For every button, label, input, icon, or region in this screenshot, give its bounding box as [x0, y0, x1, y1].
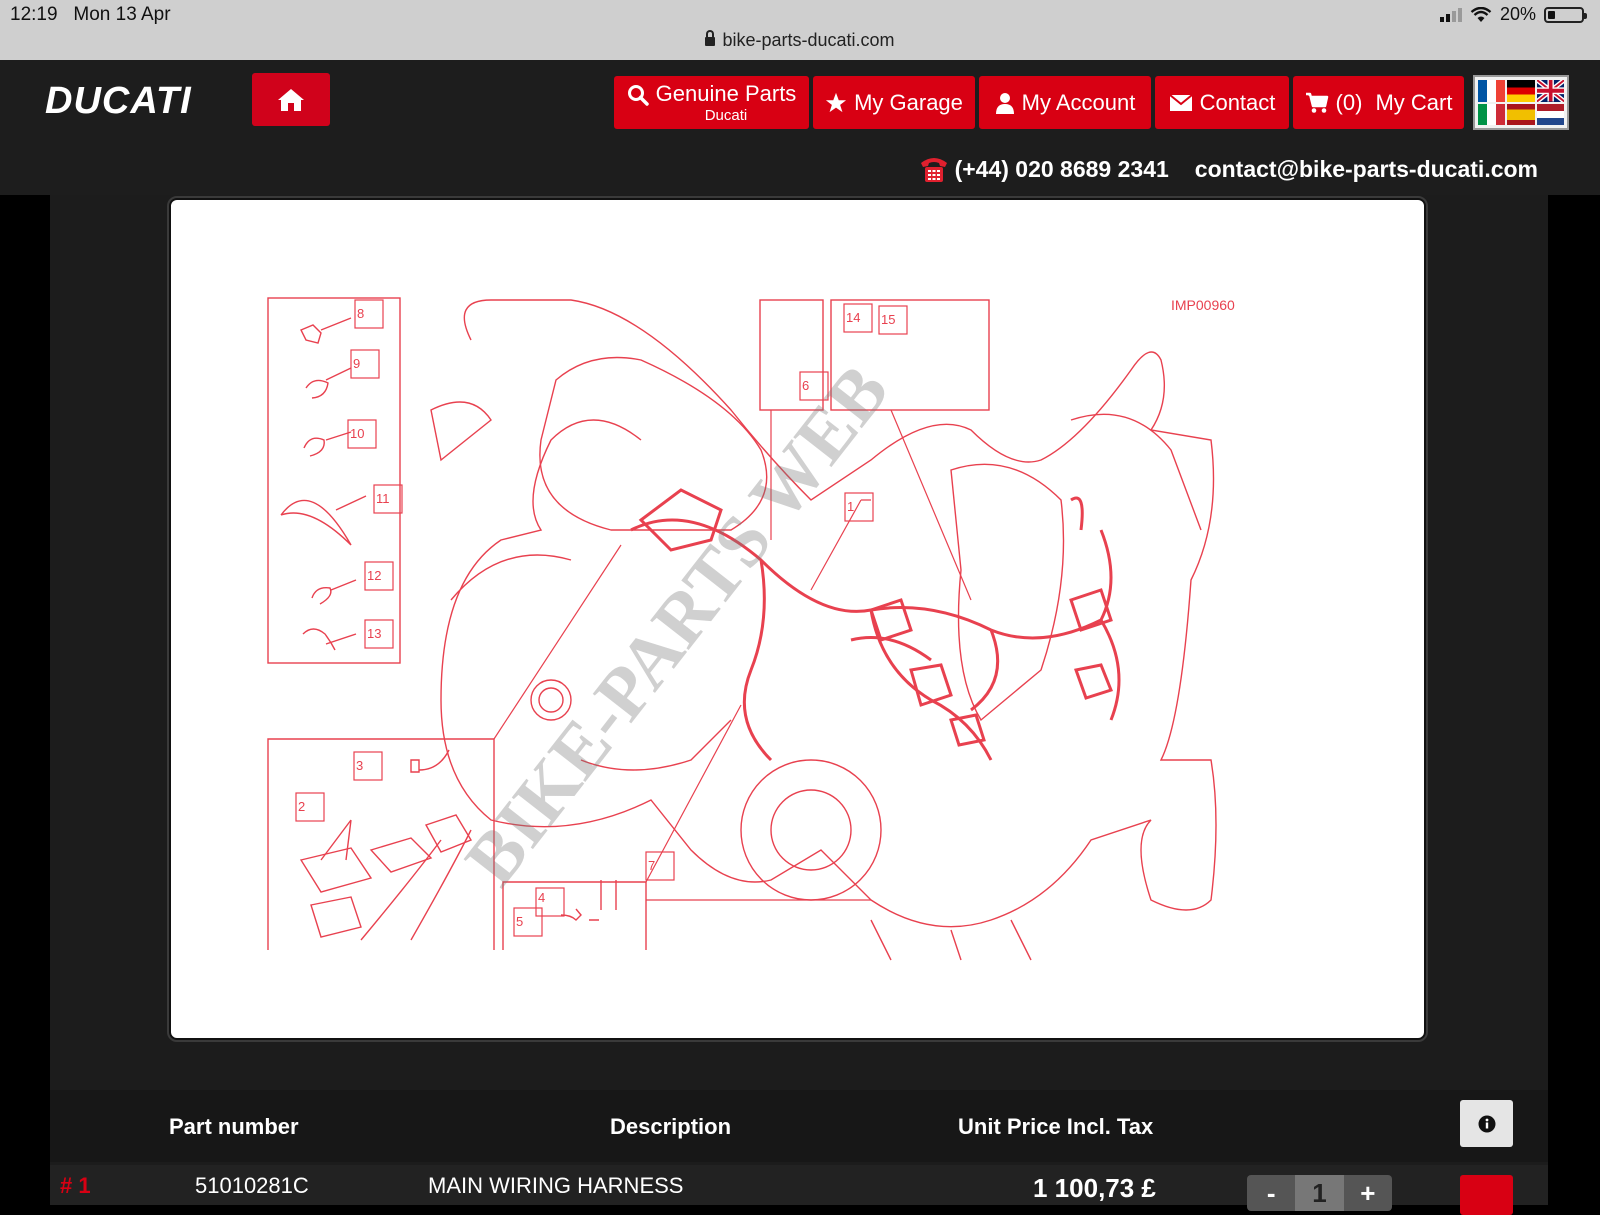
parts-table-header: Part number Description Unit Price Incl.… [50, 1090, 1548, 1162]
url-text: bike-parts-ducati.com [722, 30, 895, 50]
home-button[interactable] [252, 73, 330, 126]
home-icon [278, 88, 304, 111]
email-link[interactable]: contact@bike-parts-ducati.com [1195, 156, 1538, 183]
callout-13[interactable]: 13 [367, 626, 381, 641]
flag-it-icon[interactable] [1478, 103, 1506, 125]
decrement-button[interactable]: - [1247, 1175, 1295, 1211]
table-row[interactable]: # 1 51010281C MAIN WIRING HARNESS 1 100,… [50, 1165, 1548, 1215]
my-account-button[interactable]: My Account [979, 76, 1151, 129]
callout-1[interactable]: 1 [847, 499, 854, 514]
language-selector[interactable] [1473, 75, 1569, 130]
quantity-value[interactable]: 1 [1295, 1175, 1344, 1211]
address-bar[interactable]: bike-parts-ducati.com [0, 30, 1600, 51]
callout-2[interactable]: 2 [298, 799, 305, 814]
wifi-icon [1470, 6, 1492, 22]
contact-label: Contact [1199, 89, 1276, 115]
search-icon [627, 84, 649, 106]
flag-es-icon[interactable] [1507, 103, 1535, 125]
my-account-label: My Account [1021, 89, 1136, 115]
battery-percent: 20% [1499, 4, 1536, 24]
my-garage-label: My Garage [854, 89, 963, 115]
callout-15[interactable]: 15 [881, 312, 895, 327]
my-cart-label: My Cart [1375, 89, 1453, 115]
signal-icon [1439, 7, 1462, 22]
phone-link[interactable]: (+44) 020 8689 2341 [919, 155, 1169, 183]
ducati-logo[interactable]: DUCATI [45, 80, 192, 123]
status-bar: 12:19 Mon 13 Apr 20% bike-parts-ducati.c… [0, 0, 1600, 60]
col-unit-price: Unit Price Incl. Tax [958, 1114, 1154, 1139]
col-description: Description [610, 1114, 732, 1139]
callout-7[interactable]: 7 [648, 858, 655, 873]
genuine-parts-button[interactable]: Genuine Parts Ducati [614, 76, 809, 129]
callout-9[interactable]: 9 [353, 356, 360, 371]
small-parts-box [267, 297, 401, 664]
cart-count: (0) [1335, 89, 1363, 115]
flag-de-icon[interactable] [1507, 80, 1535, 102]
my-cart-button[interactable]: (0) My Cart [1293, 76, 1464, 129]
phone-icon [920, 158, 947, 182]
callout-4[interactable]: 4 [538, 890, 545, 905]
callout-3[interactable]: 3 [356, 758, 363, 773]
flag-nl-icon[interactable] [1536, 103, 1564, 125]
contact-button[interactable]: Contact [1155, 76, 1289, 129]
contact-bar: (+44) 020 8689 2341 contact@bike-parts-d… [919, 155, 1538, 183]
watermark: BIKE-PARTS WEB [450, 350, 905, 900]
callout-5[interactable]: 5 [516, 914, 523, 929]
lock-icon [705, 30, 716, 46]
callout-10[interactable]: 10 [350, 426, 364, 441]
info-icon [1478, 1115, 1495, 1132]
star-icon [825, 92, 847, 112]
col-part-number: Part number [169, 1114, 299, 1139]
row-price: 1 100,73 £ [1033, 1173, 1156, 1203]
phone-number: (+44) 020 8689 2341 [954, 155, 1169, 182]
callout-12[interactable]: 12 [367, 568, 381, 583]
add-to-cart-button[interactable] [1460, 1175, 1513, 1215]
row-description: MAIN WIRING HARNESS [428, 1173, 684, 1198]
main-content: 8 9 10 11 12 13 6 14 15 1 3 2 4 5 7 IMP0… [50, 195, 1548, 1215]
increment-button[interactable]: + [1344, 1175, 1392, 1211]
quantity-stepper[interactable]: - 1 + [1247, 1175, 1392, 1211]
site-header: DUCATI Genuine Parts Ducati My Garage My … [0, 60, 1600, 195]
info-button[interactable] [1460, 1100, 1513, 1147]
callout-8[interactable]: 8 [357, 306, 364, 321]
status-time: 12:19 Mon 13 Apr [10, 4, 171, 25]
row-part-number[interactable]: 51010281C [195, 1173, 309, 1199]
cart-icon [1305, 92, 1328, 113]
user-icon [995, 92, 1014, 114]
battery-icon [1544, 6, 1587, 23]
row-index: # 1 [60, 1173, 91, 1198]
callout-14[interactable]: 14 [846, 310, 860, 325]
envelope-icon [1168, 93, 1193, 111]
flag-fr-icon[interactable] [1478, 80, 1506, 102]
my-garage-button[interactable]: My Garage [813, 76, 975, 129]
genuine-parts-label: Genuine Parts [655, 80, 797, 106]
flag-uk-icon[interactable] [1536, 80, 1564, 102]
callout-11[interactable]: 11 [376, 491, 390, 506]
genuine-parts-sublabel: Ducati [704, 106, 748, 124]
parts-diagram[interactable]: 8 9 10 11 12 13 6 14 15 1 3 2 4 5 7 IMP0… [167, 196, 1428, 1042]
bolt-box [502, 881, 647, 950]
diagram-ref: IMP00960 [1171, 297, 1235, 313]
status-indicators: 20% [1439, 4, 1587, 25]
